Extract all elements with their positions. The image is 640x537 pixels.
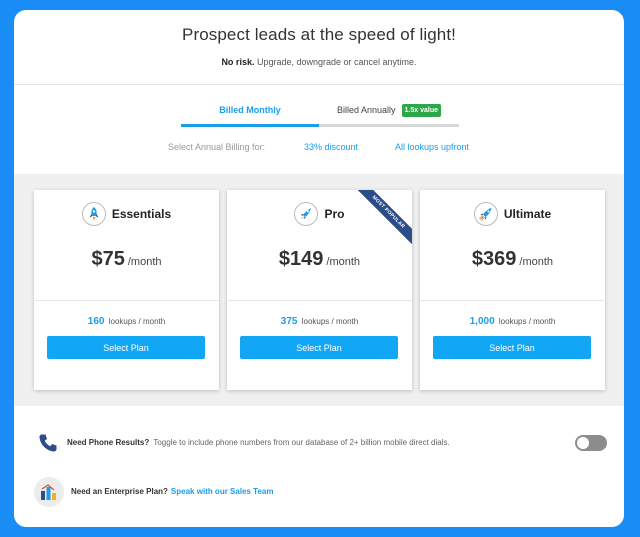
lookups-label: lookups / month: [498, 317, 556, 326]
annual-upfront-link[interactable]: All lookups upfront: [395, 142, 469, 152]
plan-price: $149/month: [227, 248, 412, 271]
page-title: Prospect leads at the speed of light!: [182, 25, 456, 44]
plan-heading: Ultimate: [420, 202, 605, 230]
phone-results-row: Need Phone Results? Toggle to include ph…: [14, 422, 624, 462]
rocket-icon: [81, 202, 106, 226]
plan-lookups: 1,000 lookups / month: [420, 316, 605, 327]
plan-heading: Essentials: [34, 202, 219, 230]
phone-results-toggle[interactable]: [575, 435, 607, 451]
select-plan-essentials-button[interactable]: Select Plan: [47, 336, 205, 359]
lookups-count: 160: [87, 316, 105, 327]
value-badge: 1.5x value: [401, 104, 441, 117]
plan-name: Pro: [324, 207, 345, 221]
plan-card-pro: MOST POPULAR Pro $149/month 375 lookups …: [227, 190, 412, 390]
tab-billed-annually-label: Billed Annually: [336, 105, 396, 115]
plan-price: $369/month: [420, 248, 605, 271]
select-plan-pro-button[interactable]: Select Plan: [240, 336, 398, 359]
lookups-count: 1,000: [469, 316, 495, 327]
annual-discount-link[interactable]: 33% discount: [304, 142, 358, 152]
lookups-count: 375: [280, 316, 298, 327]
price-period: /month: [326, 256, 361, 268]
rocket-launch-icon: [473, 202, 498, 226]
plan-price: $75/month: [34, 248, 219, 271]
lookups-label: lookups / month: [301, 317, 359, 326]
billing-section: Billed Monthly Billed Annually 1.5x value…: [14, 85, 624, 175]
enterprise-text: Need an Enterprise Plan? Speak with our S…: [71, 487, 273, 496]
plan-name: Ultimate: [503, 207, 552, 221]
pricing-header: Prospect leads at the speed of light! No…: [14, 10, 624, 85]
page-subtitle: No risk. Upgrade, downgrade or cancel an…: [14, 57, 624, 67]
tab-billed-monthly-label: Billed Monthly: [219, 105, 281, 115]
annual-billing-label: Select Annual Billing for:: [168, 142, 266, 152]
select-plan-ultimate-button[interactable]: Select Plan: [433, 336, 591, 359]
plan-card-ultimate: Ultimate $369/month 1,000 lookups / mont…: [420, 190, 605, 390]
sales-team-link[interactable]: Speak with our Sales Team: [171, 487, 274, 496]
tab-active-indicator: [181, 124, 319, 127]
price-period: /month: [127, 256, 162, 268]
plan-heading: Pro: [227, 202, 412, 230]
pricing-card: Prospect leads at the speed of light! No…: [14, 10, 624, 527]
tab-billed-monthly[interactable]: Billed Monthly: [181, 99, 319, 125]
rocket-flying-icon: [294, 202, 319, 226]
subtitle-bold: No risk.: [221, 57, 255, 67]
price-amount: $75: [91, 248, 125, 270]
enterprise-row: Need an Enterprise Plan? Speak with our S…: [14, 474, 624, 514]
billing-tabs: Billed Monthly Billed Annually 1.5x value: [181, 99, 459, 127]
lookups-label: lookups / month: [108, 317, 166, 326]
plan-card-essentials: Essentials $75/month 160 lookups / month…: [34, 190, 219, 390]
price-amount: $149: [278, 248, 324, 270]
building-chart-icon: [34, 477, 64, 507]
phone-results-title: Need Phone Results?: [67, 438, 150, 447]
plan-name: Essentials: [111, 207, 172, 221]
plans-area: Essentials $75/month 160 lookups / month…: [14, 174, 624, 406]
price-amount: $369: [471, 248, 517, 270]
phone-icon: [37, 432, 59, 459]
plan-lookups: 375 lookups / month: [227, 316, 412, 327]
price-period: /month: [519, 256, 554, 268]
enterprise-title: Need an Enterprise Plan?: [71, 487, 168, 496]
toggle-knob: [577, 437, 589, 449]
subtitle-text: Upgrade, downgrade or cancel anytime.: [256, 57, 417, 67]
phone-results-description: Toggle to include phone numbers from our…: [153, 438, 450, 447]
tab-billed-annually[interactable]: Billed Annually 1.5x value: [319, 99, 459, 125]
phone-results-text: Need Phone Results? Toggle to include ph…: [67, 438, 450, 447]
plan-lookups: 160 lookups / month: [34, 316, 219, 327]
